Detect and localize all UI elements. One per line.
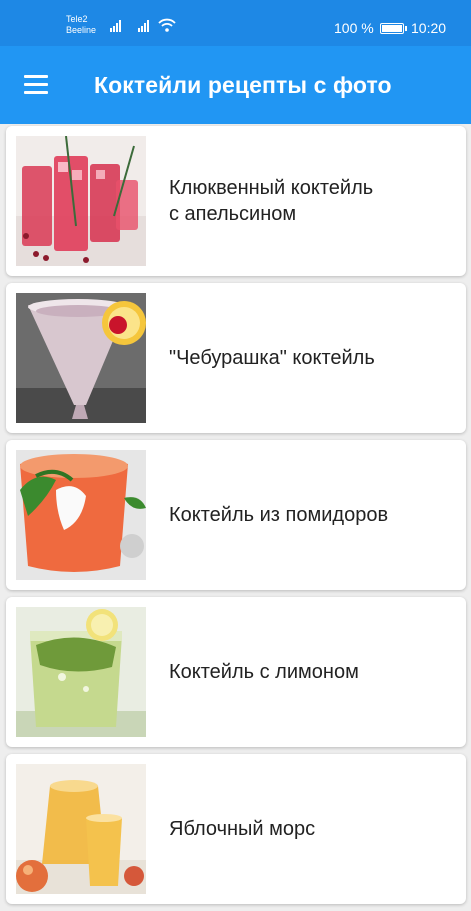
signal-2-icon — [138, 20, 149, 32]
lemon-cocktail-photo — [16, 607, 146, 737]
battery-icon — [380, 23, 407, 34]
apple-mors-photo — [16, 764, 146, 894]
recipe-card[interactable]: Клюквенный коктейль с апельсином — [6, 126, 466, 276]
recipe-title: Коктейль с лимоном — [169, 661, 359, 683]
status-bar: Tele2 Beeline 100 % 10:20 — [0, 0, 471, 46]
carrier-2: Beeline — [66, 25, 97, 35]
cheburashka-cocktail-photo — [16, 293, 146, 423]
recipe-card[interactable]: Коктейль из помидоров — [6, 440, 466, 590]
recipe-card[interactable]: "Чебурашка" коктейль — [6, 283, 466, 433]
recipe-title: "Чебурашка" коктейль — [169, 347, 375, 369]
recipe-title: Яблочный морс — [169, 818, 316, 840]
cranberry-cocktail-photo — [16, 136, 146, 266]
signal-1-icon — [110, 20, 121, 32]
recipe-card[interactable]: Яблочный морс — [6, 754, 466, 904]
tomato-cocktail-photo — [16, 450, 146, 580]
hamburger-menu-icon[interactable] — [24, 75, 50, 95]
app-title: Коктейли рецепты с фото — [94, 72, 392, 98]
app-bar: Коктейли рецепты с фото — [0, 46, 471, 124]
recipe-card[interactable]: Коктейль с лимоном — [6, 597, 466, 747]
carrier-names: Tele2 Beeline — [66, 14, 96, 36]
clock: 10:20 — [411, 20, 447, 36]
wifi-icon — [158, 18, 176, 32]
battery-percent: 100 % — [334, 20, 374, 36]
battery-fill — [382, 25, 402, 32]
recipe-title: Коктейль из помидоров — [169, 504, 389, 526]
carrier-1: Tele2 — [66, 14, 88, 24]
recipe-title: Клюквенный коктейль с апельсином — [169, 177, 374, 225]
recipe-list: Клюквенный коктейль с апельсином "Чебура… — [6, 126, 466, 911]
